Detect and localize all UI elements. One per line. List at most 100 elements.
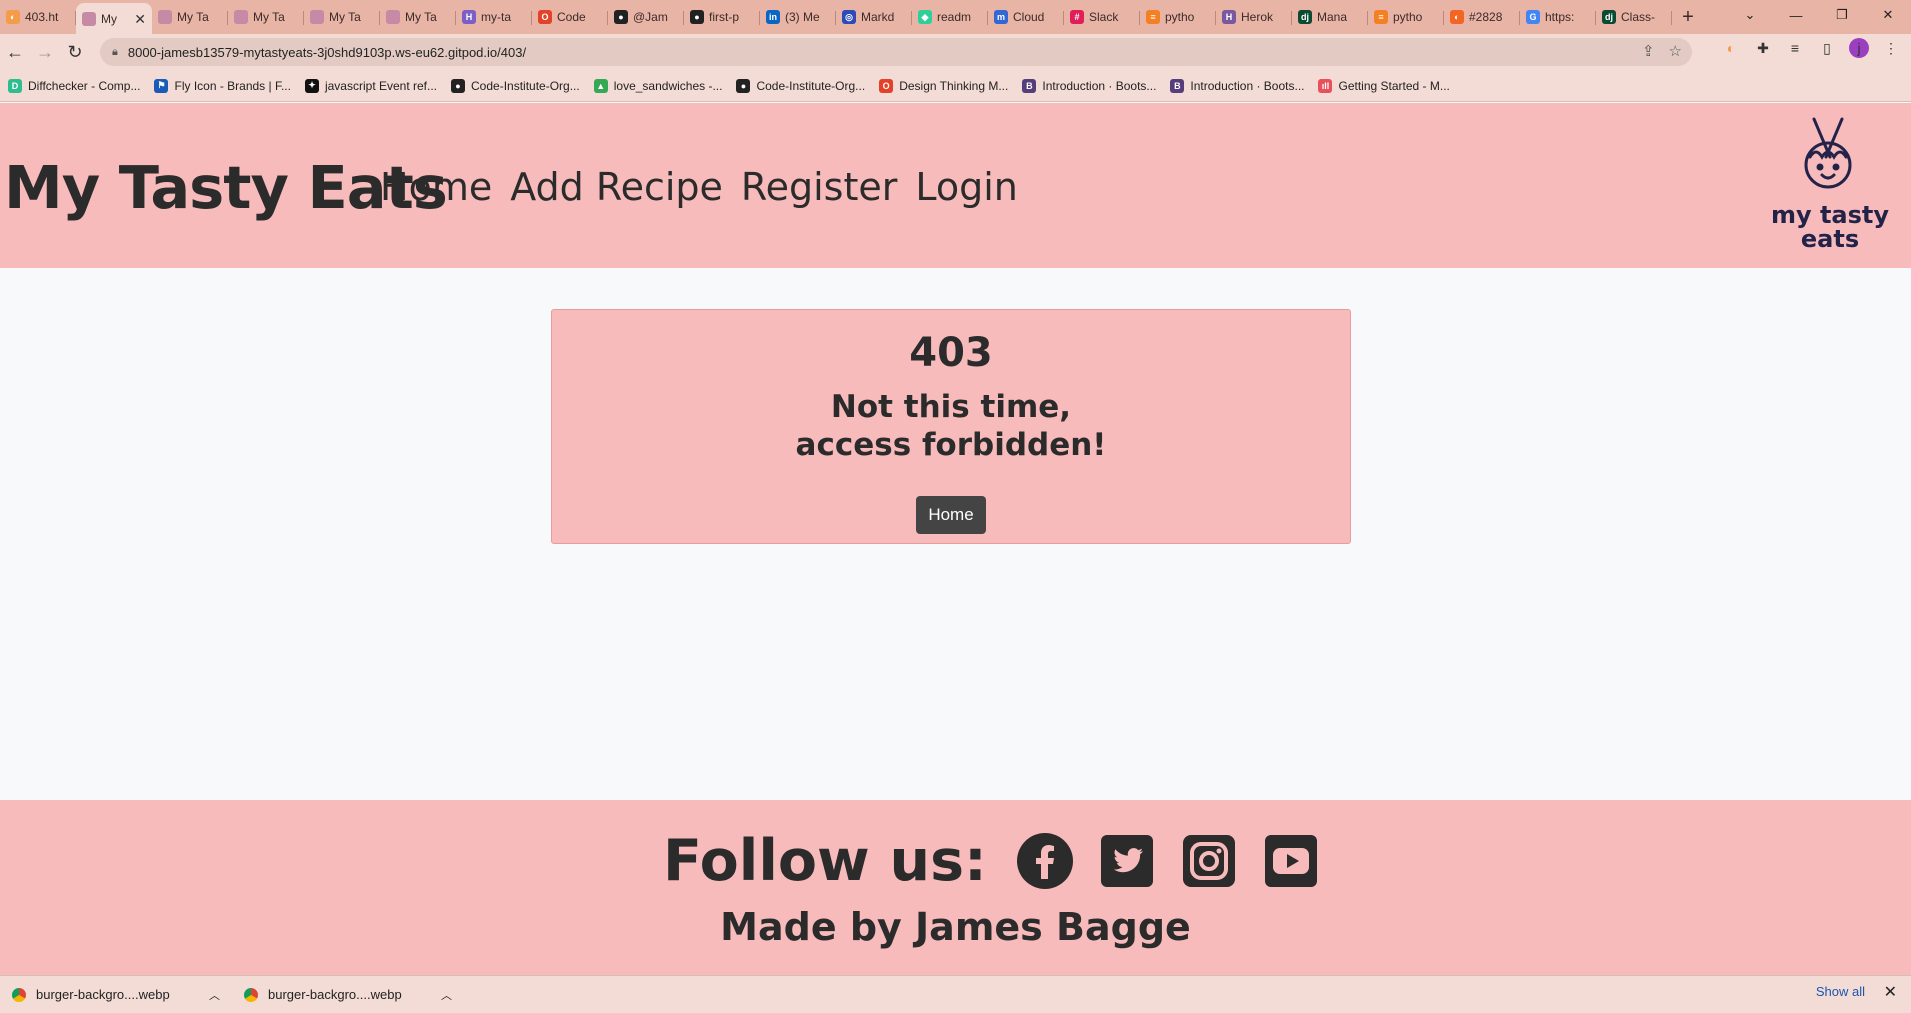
browser-tab[interactable]: in (3) Me (760, 3, 836, 31)
tab-favicon-icon: dj (1298, 10, 1312, 24)
extension-icon[interactable]: ◐ (1721, 38, 1741, 58)
instagram-icon[interactable] (1181, 833, 1237, 889)
nav-register[interactable]: Register (741, 165, 897, 209)
browser-tab[interactable]: ≡ pytho (1140, 3, 1216, 31)
bookmark-favicon-icon: ✦ (304, 78, 319, 93)
bookmark-item[interactable]: B Introduction · Boots... (1170, 78, 1304, 93)
browser-tab[interactable]: ● first-p (684, 3, 760, 31)
tab-favicon-icon: dj (1602, 10, 1616, 24)
facebook-icon[interactable] (1016, 833, 1073, 889)
tab-strip: ◐ 403.ht My ✕ My Ta My Ta My Ta My Ta Hmy-ta O Cod… (0, 0, 1911, 35)
show-all-downloads-button[interactable]: Show all (1816, 984, 1865, 999)
tab-favicon-icon: ≡ (1146, 10, 1160, 24)
close-tab-icon[interactable]: ✕ (134, 11, 146, 28)
bookmark-favicon-icon: ● (736, 78, 751, 93)
reload-icon[interactable]: ↻ (60, 37, 90, 67)
chevron-up-icon[interactable]: ︿ (209, 987, 220, 1003)
tab-favicon-icon: ◎ (842, 10, 856, 24)
download-item[interactable]: burger-backgro....webp ︿ (232, 987, 464, 1003)
bookmark-label: Design Thinking M... (899, 78, 1009, 93)
bookmark-item[interactable]: O Design Thinking M... (879, 78, 1009, 93)
browser-tab[interactable]: ◎ Markd (836, 3, 912, 31)
chevron-up-icon[interactable]: ︿ (441, 987, 452, 1003)
bookmark-item[interactable]: ▲ love_sandwiches -... (593, 78, 723, 93)
logo-text: my tasty eats (1771, 203, 1889, 251)
download-item[interactable]: burger-backgro....webp ︿ (0, 987, 232, 1003)
media-icon[interactable]: ≡ (1785, 38, 1805, 58)
browser-tab[interactable]: Ghttps: (1520, 3, 1596, 31)
browser-tab[interactable]: m Cloud (988, 3, 1064, 31)
back-icon[interactable]: ← (0, 37, 30, 67)
tab-label: pytho (1165, 10, 1195, 24)
tab-label: Cloud (1013, 10, 1045, 24)
browser-tab[interactable]: My Ta (304, 3, 380, 31)
browser-tab[interactable]: My Ta (228, 3, 304, 31)
browser-tab[interactable]: Hmy-ta (456, 3, 532, 31)
home-button[interactable]: Home (916, 496, 986, 534)
error-code: 403 (909, 330, 993, 376)
url-text[interactable]: 8000-jamesb13579-mytastyeats-3j0shd9103p… (128, 45, 526, 60)
browser-tab[interactable]: My Ta (152, 3, 228, 31)
tab-label: Slack (1089, 10, 1119, 24)
tab-favicon-icon: H (462, 10, 476, 24)
sidepanel-icon[interactable]: ▯ (1817, 38, 1837, 58)
browser-tab[interactable]: dj Mana (1292, 3, 1368, 31)
tab-search-button[interactable]: ⌄ (1727, 0, 1773, 30)
restore-button[interactable]: ❐ (1819, 0, 1865, 30)
tab-label: first-p (709, 10, 739, 24)
browser-tab[interactable]: dj Class- (1596, 3, 1672, 31)
site-header: My Tasty Eats Home Add Recipe Register L… (0, 103, 1911, 268)
bookmark-label: Getting Started - M... (1338, 78, 1450, 93)
tab-favicon-icon (386, 10, 400, 24)
nav-add-recipe[interactable]: Add Recipe (510, 165, 723, 209)
bookmark-item[interactable]: D Diffchecker - Comp... (8, 78, 140, 93)
browser-tab[interactable]: ≡ pytho (1368, 3, 1444, 31)
tab-favicon-icon: ◐ (6, 10, 20, 24)
twitter-icon[interactable] (1099, 833, 1155, 889)
bookmark-star-icon[interactable]: ☆ (1669, 42, 1682, 60)
site-logo: my tasty eats (1752, 117, 1908, 257)
bookmark-item[interactable]: ● Code-Institute-Org... (736, 78, 865, 93)
close-window-button[interactable]: ✕ (1865, 0, 1911, 30)
bookmark-item[interactable]: B Introduction · Boots... (1022, 78, 1156, 93)
error-card: 403 Not this time, access forbidden! Hom… (551, 309, 1351, 544)
share-icon[interactable]: ⇪ (1642, 42, 1655, 60)
follow-us-label: Follow us: (663, 828, 987, 894)
browser-tab[interactable]: ◐ #2828 (1444, 3, 1520, 31)
address-bar[interactable]: 🔒︎ 8000-jamesb13579-mytastyeats-3j0shd91… (100, 38, 1692, 66)
forward-icon[interactable]: → (30, 37, 60, 67)
minimize-button[interactable]: — (1773, 0, 1819, 30)
noodle-mascot-icon (1804, 117, 1852, 189)
chrome-icon (12, 987, 26, 1002)
chrome-icon (244, 987, 258, 1002)
browser-tab[interactable]: ◆ readm (912, 3, 988, 31)
browser-tab[interactable]: O Code (532, 3, 608, 31)
bookmark-favicon-icon: D (8, 78, 22, 93)
tab-list: ◐ 403.ht My ✕ My Ta My Ta My Ta My Ta Hmy-ta O Cod… (0, 0, 1672, 35)
browser-tab[interactable]: My Ta (380, 3, 456, 31)
logo-text-line1: my tasty (1770, 201, 1890, 229)
nav-login[interactable]: Login (915, 165, 1018, 209)
window-controls: ⌄ — ❐ ✕ (1727, 0, 1911, 34)
browser-tab[interactable]: H Herok (1216, 3, 1292, 31)
bookmark-label: love_sandwiches -... (613, 78, 723, 93)
follow-us: Follow us: (663, 828, 1319, 894)
browser-tab[interactable]: # Slack (1064, 3, 1140, 31)
browser-tab[interactable]: ◐ 403.ht (0, 3, 76, 31)
puzzle-icon[interactable]: ✚ (1753, 38, 1773, 58)
tab-label: @Jam (633, 10, 668, 24)
menu-kebab-icon[interactable]: ⋮ (1881, 38, 1901, 58)
close-downloads-icon[interactable]: ✕ (1884, 982, 1897, 1002)
browser-tab[interactable]: ● @Jam (608, 3, 684, 31)
browser-tab[interactable]: My ✕ (76, 3, 152, 35)
bookmark-favicon-icon: ıll (1318, 78, 1333, 93)
bookmark-item[interactable]: ⚑ Fly Icon - Brands | F... (154, 78, 291, 93)
youtube-icon[interactable] (1263, 833, 1319, 889)
bookmark-item[interactable]: ✦ javascript Event ref... (304, 78, 437, 93)
bookmarks-bar: D Diffchecker - Comp... ⚑ Fly Icon - Brands… (0, 70, 1911, 102)
profile-avatar[interactable]: j (1849, 38, 1869, 58)
nav-home[interactable]: Home (380, 165, 492, 209)
bookmark-item[interactable]: ● Code-Institute-Org... (451, 78, 580, 93)
bookmark-item[interactable]: ıll Getting Started - M... (1318, 78, 1450, 93)
new-tab-button[interactable]: + (1672, 3, 1704, 31)
